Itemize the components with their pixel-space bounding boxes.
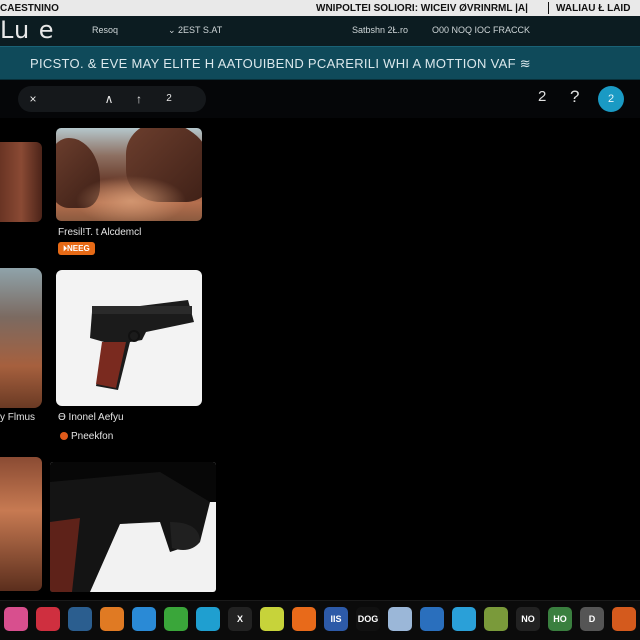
dock-app-icon[interactable] bbox=[4, 607, 28, 631]
top-system-bar: CAESTNINO WNIPOLTEI SOLIORI: WICEIV ØVRI… bbox=[0, 0, 640, 16]
header-link-a[interactable]: Resoq bbox=[92, 25, 118, 35]
dock-app-icon[interactable] bbox=[292, 607, 316, 631]
header-link-d[interactable]: O00 NOQ IOC FRACCK bbox=[432, 25, 530, 35]
source-icon bbox=[60, 432, 68, 441]
thumbnail-partial-desert-3[interactable] bbox=[0, 457, 42, 591]
dock-app-icon[interactable] bbox=[452, 607, 476, 631]
dust-cloud bbox=[76, 176, 186, 221]
dock-app-icon[interactable] bbox=[68, 607, 92, 631]
topbar-right-text: WNIPOLTEI SOLIORI: WICEIV ØVRINRML |A| bbox=[316, 2, 528, 14]
topbar-right-text-2: WALIAU Ł LAID bbox=[556, 2, 631, 14]
toolbar-number-button[interactable]: 2 bbox=[160, 86, 178, 112]
dock-app-icon[interactable] bbox=[484, 607, 508, 631]
toolbar-pill: × ∧ ↑ 2 bbox=[18, 86, 206, 112]
toolbar: × ∧ ↑ 2 2 ? bbox=[0, 80, 640, 118]
thumbnail-caption-1: Fresil!T. t Alcdemcl bbox=[58, 227, 142, 238]
dock-app-icon[interactable]: IIS bbox=[324, 607, 348, 631]
avatar[interactable]: 2 bbox=[598, 86, 624, 112]
topbar-separator bbox=[548, 2, 549, 14]
topbar-left-text: CAESTNINO bbox=[0, 2, 59, 14]
dock-app-icon[interactable]: X bbox=[228, 607, 252, 631]
dock-app-icon[interactable]: HO bbox=[548, 607, 572, 631]
header-link-c[interactable]: Satbshn 2Ł.ro bbox=[352, 25, 408, 35]
thumbnail-caption-partial: y Flmus bbox=[0, 412, 35, 423]
help-icon[interactable]: ? bbox=[570, 87, 579, 107]
dock-app-icon[interactable]: DOG bbox=[356, 607, 380, 631]
dock-app-icon[interactable] bbox=[164, 607, 188, 631]
thumbnail-partial-desert-1[interactable] bbox=[0, 142, 42, 222]
thumbnail-pistol[interactable] bbox=[56, 270, 202, 406]
dock-app-icon[interactable] bbox=[420, 607, 444, 631]
dock-app-icon[interactable] bbox=[100, 607, 124, 631]
dock-app-icon[interactable]: D bbox=[580, 607, 604, 631]
dock-app-icon[interactable] bbox=[196, 607, 220, 631]
dock-app-icon[interactable] bbox=[388, 607, 412, 631]
dock-app-icon[interactable] bbox=[612, 607, 636, 631]
app-dock: X IIS DOG NO HO D bbox=[0, 600, 640, 640]
app-header: Lu e Resoq ⌄ 2EST S.AT Satbshn 2Ł.ro O00… bbox=[0, 16, 640, 46]
pistol-closeup-image bbox=[50, 462, 216, 592]
dock-app-icon[interactable]: NO bbox=[516, 607, 540, 631]
header-link-b[interactable]: ⌄ 2EST S.AT bbox=[168, 25, 222, 36]
thumbnail-partial-desert-2[interactable] bbox=[0, 268, 42, 408]
close-icon[interactable]: × bbox=[24, 86, 42, 112]
thumbnail-caption-2: Ɵ Inonel Aefyu bbox=[58, 412, 124, 423]
dock-app-icon[interactable] bbox=[260, 607, 284, 631]
promo-banner: PICSTO. & EVE MAY ELITE H AATOUIBEND PCA… bbox=[0, 46, 640, 80]
dock-app-icon[interactable] bbox=[132, 607, 156, 631]
dock-app-icon[interactable] bbox=[36, 607, 60, 631]
app-logo[interactable]: Lu e bbox=[0, 16, 55, 44]
chevron-up-icon[interactable]: ∧ bbox=[100, 86, 118, 112]
arrow-up-icon[interactable]: ↑ bbox=[130, 86, 148, 112]
thumbnail-subcaption-text: Pneekfon bbox=[71, 431, 114, 442]
count-indicator[interactable]: 2 bbox=[538, 88, 546, 105]
thumbnail-pistol-closeup[interactable] bbox=[50, 462, 216, 592]
thumbnail-subcaption-2: Pneekfon bbox=[60, 431, 113, 442]
thumbnail-desert-canyon[interactable] bbox=[56, 128, 202, 221]
status-badge: ⏵NEEG bbox=[58, 242, 95, 255]
pistol-image bbox=[90, 300, 194, 390]
banner-text: PICSTO. & EVE MAY ELITE H AATOUIBEND PCA… bbox=[30, 56, 531, 71]
